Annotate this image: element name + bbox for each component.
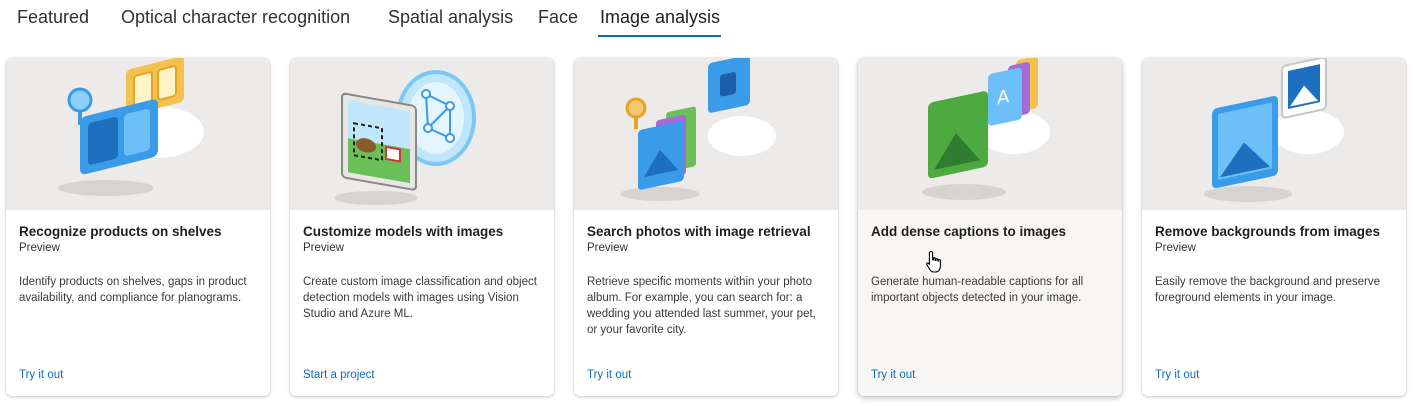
card-title: Add dense captions to images — [871, 224, 1067, 239]
try-it-out-link[interactable]: Try it out — [1155, 369, 1199, 381]
card-description: Easily remove the background and preserv… — [1155, 276, 1381, 304]
tab-image-analysis[interactable]: Image analysis — [600, 7, 720, 28]
tab-featured[interactable]: Featured — [17, 7, 89, 28]
image-retrieval-icon — [620, 58, 776, 201]
card-preview-label: Preview — [587, 242, 628, 254]
card-description: Identify products on shelves, gaps in pr… — [19, 276, 247, 304]
active-tab-indicator — [598, 35, 721, 37]
card-hero — [1142, 58, 1406, 210]
card-description: Generate human-readable captions for all… — [871, 276, 1084, 304]
card-description: Create custom image classification and o… — [303, 276, 537, 320]
card-title: Recognize products on shelves — [19, 224, 222, 239]
card-recognize-products[interactable]: Recognize products on shelves Preview Id… — [6, 58, 270, 396]
dense-captions-icon: A — [922, 58, 1050, 200]
card-hero — [290, 58, 554, 210]
try-it-out-link[interactable]: Try it out — [587, 369, 631, 381]
card-preview-label: Preview — [1155, 242, 1196, 254]
card-search-photos[interactable]: Search photos with image retrieval Previ… — [574, 58, 838, 396]
card-title: Search photos with image retrieval — [587, 224, 811, 239]
card-remove-backgrounds[interactable]: Remove backgrounds from images Preview E… — [1142, 58, 1406, 396]
card-title: Customize models with images — [303, 224, 504, 239]
hand-cursor-icon — [926, 250, 941, 273]
svg-text:A: A — [997, 86, 1010, 109]
try-it-out-link[interactable]: Try it out — [871, 369, 915, 381]
tab-spatial-analysis[interactable]: Spatial analysis — [388, 7, 513, 28]
card-description: Retrieve specific moments within your ph… — [587, 276, 816, 336]
background-removal-icon — [1204, 58, 1344, 202]
card-customize-models[interactable]: Customize models with images Preview Cre… — [290, 58, 554, 396]
card-title: Remove backgrounds from images — [1155, 224, 1381, 239]
tab-optical-character-recognition[interactable]: Optical character recognition — [121, 7, 350, 28]
card-preview-label: Preview — [19, 242, 60, 254]
try-it-out-link[interactable]: Try it out — [19, 369, 63, 381]
card-preview-label: Preview — [303, 242, 344, 254]
custom-model-icon — [334, 70, 476, 205]
card-hero — [574, 58, 838, 210]
card-hero: A — [858, 58, 1122, 210]
tab-face[interactable]: Face — [538, 7, 578, 28]
start-a-project-link[interactable]: Start a project — [303, 369, 375, 381]
products-on-shelves-icon — [58, 58, 204, 196]
card-dense-captions[interactable]: A Add dense captions to images Generate … — [858, 58, 1122, 396]
card-hero — [6, 58, 270, 210]
tab-bar: Featured Optical character recognition S… — [0, 0, 1421, 40]
